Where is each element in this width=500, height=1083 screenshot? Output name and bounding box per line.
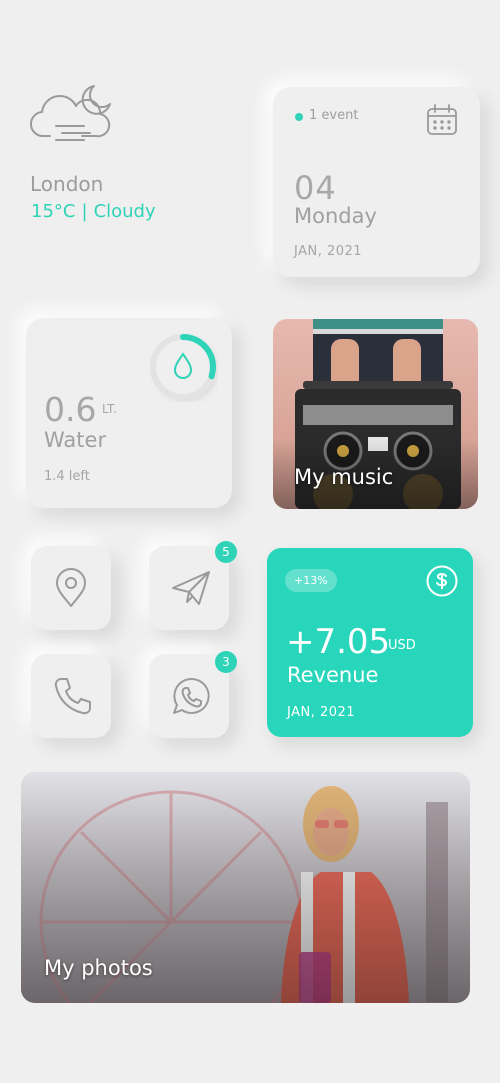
music-title: My music (294, 465, 394, 489)
whatsapp-badge: 3 (215, 651, 237, 673)
water-label: Water (44, 428, 107, 452)
water-progress-ring (150, 334, 216, 400)
weather-description: Cloudy (93, 201, 156, 222)
photos-title: My photos (44, 956, 153, 980)
photos-card[interactable]: My photos (21, 772, 470, 1003)
weather-separator: | (81, 201, 88, 222)
weather-widget[interactable]: London 15°C | Cloudy (28, 80, 228, 230)
event-count: 1 event (309, 108, 359, 123)
paper-plane-icon (172, 571, 210, 605)
dollar-circle-icon (426, 565, 458, 597)
calendar-weekday: Monday (294, 204, 377, 228)
phone-button[interactable] (31, 654, 111, 738)
location-pin-icon (56, 568, 86, 607)
water-amount: 0.6 (44, 390, 97, 429)
event-dot (295, 113, 303, 121)
weather-city: London (30, 172, 104, 196)
calendar-icon (427, 104, 457, 135)
whatsapp-icon (173, 677, 210, 714)
calendar-card[interactable]: 1 event 04 Monday JAN, 2021 (273, 87, 480, 277)
location-button[interactable] (31, 546, 111, 630)
send-badge: 5 (215, 541, 237, 563)
phone-icon (54, 678, 91, 715)
revenue-date: JAN, 2021 (287, 705, 356, 720)
weather-condition: 15°C | Cloudy (31, 201, 156, 222)
weather-temperature: 15°C (31, 201, 76, 222)
water-unit: LT. (102, 402, 117, 416)
music-card[interactable]: My music (273, 319, 478, 509)
calendar-month: JAN, 2021 (294, 244, 363, 259)
revenue-card[interactable]: +13% +7.05 USD Revenue JAN, 2021 (267, 548, 473, 737)
revenue-label: Revenue (287, 663, 379, 687)
calendar-day: 04 (294, 169, 337, 207)
cloud-moon-icon (30, 85, 111, 141)
revenue-change-badge: +13% (285, 569, 337, 592)
revenue-value: +7.05 (286, 622, 391, 662)
revenue-currency: USD (388, 638, 416, 653)
water-card[interactable]: 0.6 LT. Water 1.4 left (26, 318, 232, 508)
water-remaining: 1.4 left (44, 469, 90, 484)
